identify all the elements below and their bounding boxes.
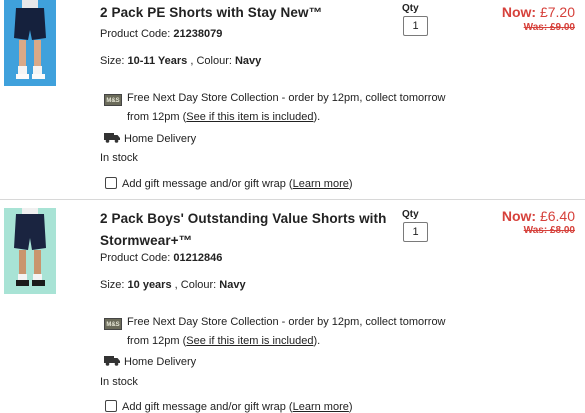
product-code-label: Product Code: bbox=[100, 28, 171, 40]
learn-more-link[interactable]: Learn more bbox=[293, 178, 349, 190]
now-label: Now: bbox=[501, 208, 537, 224]
home-delivery-label: Home Delivery bbox=[124, 133, 197, 145]
qty-label: Qty bbox=[402, 209, 419, 220]
home-delivery: Home Delivery bbox=[104, 132, 196, 145]
now-label: Now: bbox=[501, 4, 537, 20]
basket-item: 2 Pack PE Shorts with Stay New™ Product … bbox=[0, 0, 585, 200]
now-price: Now: £7.20 bbox=[502, 4, 575, 20]
product-thumbnail[interactable] bbox=[4, 0, 56, 86]
was-price: Was: £8.00 bbox=[523, 225, 575, 236]
store-collection-text-2: from 12pm ( bbox=[127, 335, 187, 347]
product-title[interactable]: 2 Pack PE Shorts with Stay New™ bbox=[100, 2, 322, 24]
store-collection-text: Free Next Day Store Collection - order b… bbox=[127, 92, 446, 104]
size-colour: Size: 10 years , Colour: Navy bbox=[100, 279, 246, 291]
product-code: Product Code: 21238079 bbox=[100, 28, 222, 40]
store-collection-text-3: ). bbox=[313, 335, 321, 347]
size-label: Size: bbox=[100, 279, 125, 291]
gift-label-close: ) bbox=[348, 401, 353, 413]
qty-input[interactable] bbox=[403, 16, 428, 36]
store-icon: M&S bbox=[104, 318, 122, 330]
store-collection-text: Free Next Day Store Collection - order b… bbox=[127, 316, 446, 328]
colour-value: Navy bbox=[219, 279, 246, 291]
size-label: Size: bbox=[100, 55, 125, 67]
truck-icon bbox=[104, 133, 120, 143]
stock-status: In stock bbox=[100, 152, 138, 164]
qty-input[interactable] bbox=[403, 222, 428, 242]
size-value: 10-11 Years bbox=[127, 55, 188, 67]
product-title[interactable]: 2 Pack Boys' Outstanding Value Shorts wi… bbox=[100, 208, 400, 252]
home-delivery: Home Delivery bbox=[104, 355, 196, 368]
stock-status: In stock bbox=[100, 376, 138, 388]
colour-label: , Colour: bbox=[190, 55, 232, 67]
gift-checkbox[interactable] bbox=[105, 400, 117, 412]
product-code-value: 21238079 bbox=[173, 28, 223, 40]
product-code-label: Product Code: bbox=[100, 252, 171, 264]
store-collection-text-3: ). bbox=[313, 111, 321, 123]
store-icon: M&S bbox=[104, 94, 122, 106]
was-price: Was: £9.00 bbox=[523, 22, 575, 33]
colour-label: , Colour: bbox=[174, 279, 217, 291]
size-colour: Size: 10-11 Years , Colour: Navy bbox=[100, 55, 261, 67]
qty-label: Qty bbox=[402, 3, 419, 14]
now-price-value: £6.40 bbox=[539, 208, 575, 224]
gift-checkbox[interactable] bbox=[105, 177, 117, 189]
see-included-link[interactable]: See if this item is included bbox=[186, 335, 313, 347]
see-included-link[interactable]: See if this item is included bbox=[186, 111, 313, 123]
gift-label: Add gift message and/or gift wrap ( bbox=[122, 401, 293, 413]
now-price: Now: £6.40 bbox=[502, 208, 575, 224]
store-collection: M&S Free Next Day Store Collection - orde… bbox=[104, 89, 446, 127]
basket-item: 2 Pack Boys' Outstanding Value Shorts wi… bbox=[0, 200, 585, 413]
home-delivery-label: Home Delivery bbox=[124, 356, 197, 368]
store-collection: M&S Free Next Day Store Collection - orde… bbox=[104, 313, 446, 351]
store-collection-text-2: from 12pm ( bbox=[127, 111, 187, 123]
learn-more-link[interactable]: Learn more bbox=[293, 401, 349, 413]
size-value: 10 years bbox=[127, 279, 172, 291]
gift-label-close: ) bbox=[348, 178, 353, 190]
gift-option: Add gift message and/or gift wrap (Learn… bbox=[105, 400, 353, 413]
colour-value: Navy bbox=[234, 55, 262, 67]
product-thumbnail[interactable] bbox=[4, 208, 56, 294]
truck-icon bbox=[104, 356, 120, 366]
gift-option: Add gift message and/or gift wrap (Learn… bbox=[105, 177, 353, 190]
now-price-value: £7.20 bbox=[539, 4, 575, 20]
gift-label: Add gift message and/or gift wrap ( bbox=[122, 178, 293, 190]
product-code-value: 01212846 bbox=[173, 252, 223, 264]
product-code: Product Code: 01212846 bbox=[100, 252, 222, 264]
